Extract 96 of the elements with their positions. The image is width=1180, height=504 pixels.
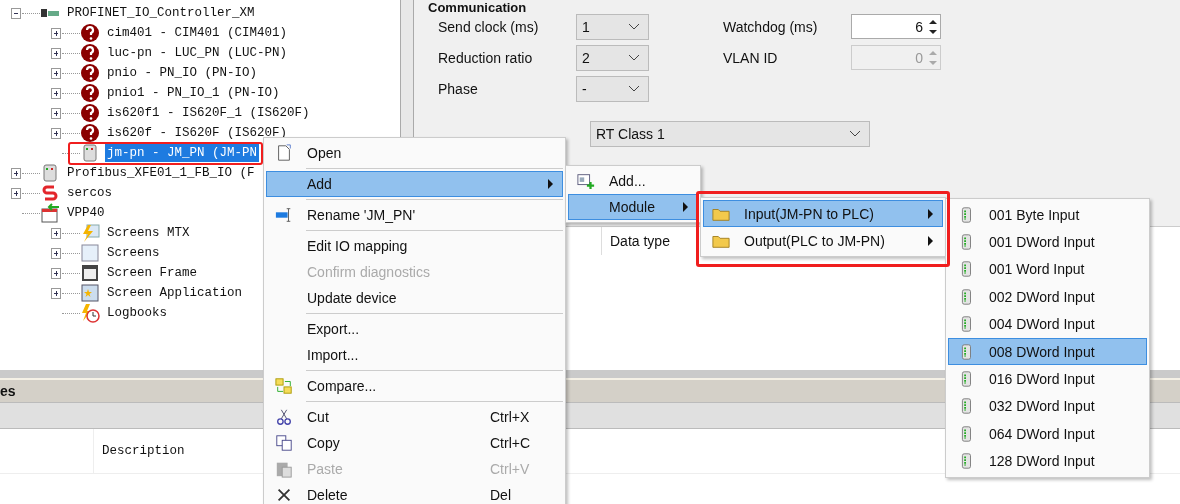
menu-item[interactable]: Open [266, 140, 563, 166]
menu-item[interactable]: Rename 'JM_PN' [266, 202, 563, 228]
menu-item[interactable]: Import... [266, 342, 563, 368]
scissors-icon [275, 408, 293, 426]
tree-item[interactable]: Profibus_XFE01_1_FB_IO (F [65, 164, 257, 182]
menu-item[interactable]: Add... [568, 168, 698, 194]
tree-item[interactable]: Screens [105, 244, 162, 262]
dropdown[interactable]: RT Class 1 [590, 121, 870, 147]
field-label: Send clock (ms) [438, 18, 540, 35]
menu-item[interactable]: 001 Word Input [948, 255, 1147, 284]
field-label: Phase [438, 80, 479, 97]
expander-icon[interactable] [51, 108, 61, 119]
number-field[interactable]: 6 [851, 14, 941, 39]
chevron-icon [849, 130, 861, 138]
menu-item[interactable]: 064 DWord Input [948, 420, 1147, 448]
compare-icon [275, 377, 293, 395]
error-icon [80, 83, 100, 103]
error-icon [80, 43, 100, 63]
expander-icon[interactable] [51, 128, 61, 139]
menu-item[interactable]: Delete Del [266, 482, 563, 504]
clipboard-icon [275, 460, 293, 478]
submenu-arrow-icon [928, 235, 934, 246]
dropdown[interactable]: 1 [576, 13, 649, 40]
tree-item[interactable]: Screens MTX [105, 224, 192, 242]
chevron-icon [628, 22, 640, 31]
menu-item[interactable]: Export... [266, 316, 563, 342]
column-header[interactable]: Description [94, 444, 185, 458]
field-label: VLAN ID [723, 49, 779, 66]
panel-icon [40, 203, 60, 223]
menu-item[interactable]: Compare... [266, 373, 563, 399]
tree-item[interactable]: sercos [65, 184, 114, 202]
menu-item[interactable]: 004 DWord Input [948, 310, 1147, 338]
lightning-icon [80, 223, 100, 243]
expander-icon[interactable] [11, 8, 21, 19]
expander-icon[interactable] [51, 248, 61, 259]
rename-icon [275, 206, 293, 224]
menu-item[interactable]: 001 DWord Input [948, 228, 1147, 256]
module-icon [40, 163, 60, 183]
frame-icon [80, 263, 100, 283]
field-label: Reduction ratio [438, 49, 534, 66]
chevron-icon [628, 53, 640, 62]
add-module-icon [577, 172, 595, 190]
menu-item[interactable]: 016 DWord Input [948, 365, 1147, 393]
app-window-icon [80, 283, 100, 303]
tree-item[interactable]: pnio - PN_IO (PN-IO) [105, 64, 260, 82]
error-icon [80, 63, 100, 83]
panel-title: es [0, 383, 16, 399]
column-header[interactable]: Data type [602, 233, 670, 249]
expander-icon[interactable] [51, 68, 61, 79]
submenu-arrow-icon [928, 208, 934, 219]
section-title: Communication [428, 0, 528, 15]
menu-item[interactable]: Copy Ctrl+C [266, 430, 563, 456]
expander-icon[interactable] [51, 88, 61, 99]
expander-icon[interactable] [11, 168, 21, 179]
menu-item[interactable]: Add [266, 171, 563, 197]
clock-icon [80, 303, 100, 323]
tree-item[interactable]: jm-pn - JM_PN (JM-PN [105, 144, 260, 162]
error-icon [80, 23, 100, 43]
tree-item[interactable]: Logbooks [105, 304, 169, 322]
delete-icon [275, 486, 293, 504]
tree-item[interactable]: luc-pn - LUC_PN (LUC-PN) [105, 44, 290, 62]
menu-item[interactable]: Update device [266, 285, 563, 311]
menu-item[interactable]: 001 Byte Input [948, 201, 1147, 229]
dropdown[interactable]: 2 [576, 44, 649, 71]
menu-item[interactable]: Output(PLC to JM-PN) [703, 227, 943, 254]
tree-item[interactable]: cim401 - CIM401 (CIM401) [105, 24, 290, 42]
menu-item[interactable]: 032 DWord Input [948, 392, 1147, 421]
menu-item[interactable]: Edit IO mapping [266, 233, 563, 259]
page-icon [275, 144, 293, 162]
tree-item[interactable]: is620f1 - IS620F_1 (IS620F) [105, 104, 312, 122]
field-label: Watchdog (ms) [723, 18, 819, 35]
tree-item[interactable]: Screen Application [105, 284, 245, 302]
chevron-icon [628, 84, 640, 93]
sercos-icon [40, 183, 60, 203]
tree-item[interactable]: Screen Frame [105, 264, 199, 282]
menu-item[interactable]: Input(JM-PN to PLC) [703, 200, 943, 227]
tree-item[interactable]: pnio1 - PN_IO_1 (PN-IO) [105, 84, 282, 102]
expander-icon[interactable] [51, 28, 61, 39]
expander-icon[interactable] [11, 188, 21, 199]
menu-item[interactable]: 008 DWord Input [948, 337, 1147, 366]
expander-icon[interactable] [51, 48, 61, 59]
tree-item[interactable]: PROFINET_IO_Controller_XM [65, 4, 257, 22]
menu-item[interactable]: 128 DWord Input [948, 447, 1147, 475]
menu-item[interactable]: 002 DWord Input [948, 283, 1147, 311]
copy-icon [275, 434, 293, 452]
module-icon [80, 143, 100, 163]
dropdown[interactable]: - [576, 75, 649, 102]
error-icon [80, 123, 100, 143]
screen-icon [80, 243, 100, 263]
expander-icon[interactable] [51, 228, 61, 239]
expander-icon[interactable] [51, 288, 61, 299]
expander-icon[interactable] [51, 268, 61, 279]
tree-item[interactable]: VPP40 [65, 204, 107, 222]
error-icon [80, 103, 100, 123]
tree-item[interactable]: is620f - IS620F (IS620F) [105, 124, 290, 142]
menu-item[interactable]: Module [568, 194, 698, 220]
